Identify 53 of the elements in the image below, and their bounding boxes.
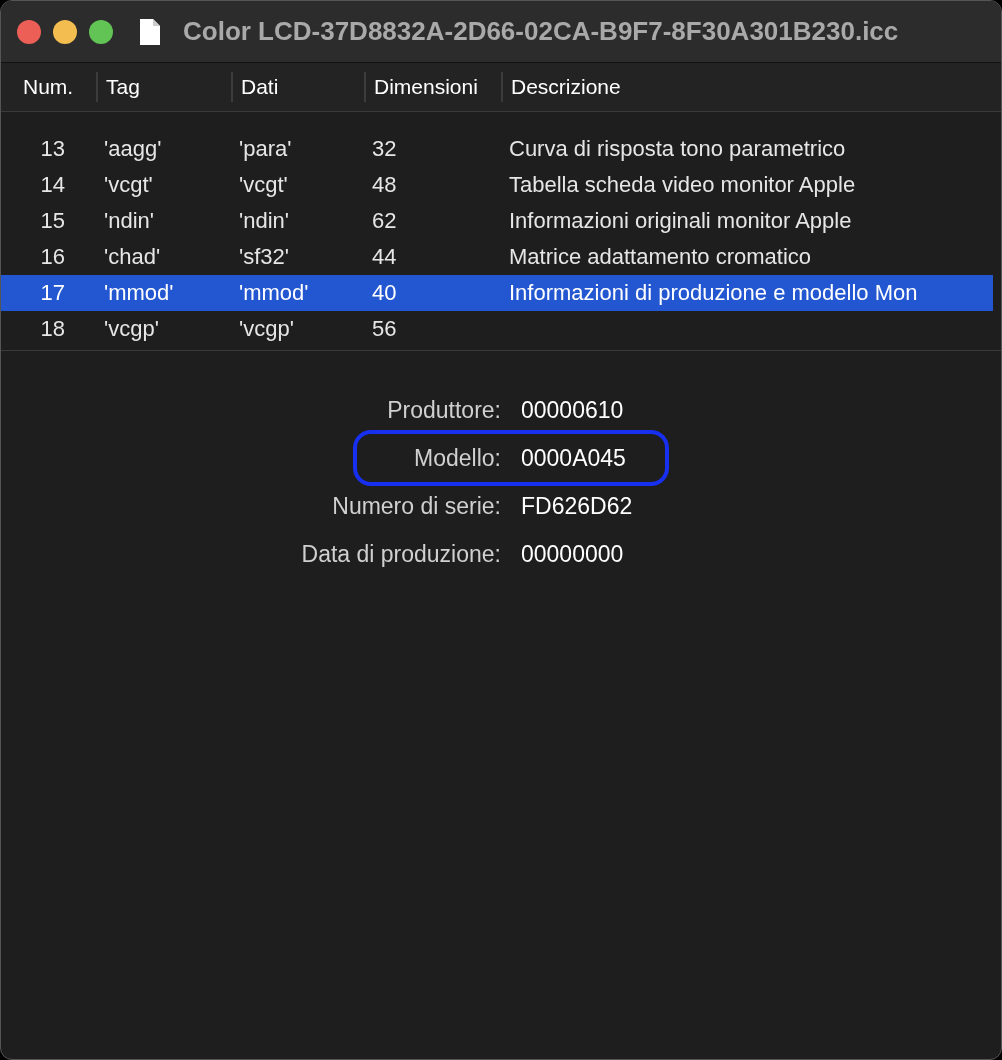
table-cell-text: 48: [371, 172, 398, 198]
table-cell-text: 15: [39, 208, 66, 234]
table-cell-text: 18: [39, 316, 66, 342]
table-cell-text: 'mmod': [103, 280, 175, 306]
zoom-button[interactable]: [89, 19, 113, 44]
table-cell-text: 40: [371, 280, 398, 306]
table-cell-text: 14: [39, 172, 66, 198]
column-header[interactable]: Num.: [1, 72, 96, 102]
field-value: 0000A045: [520, 444, 627, 473]
close-button[interactable]: [17, 19, 41, 44]
field-label: Produttore:: [386, 396, 501, 425]
column-header[interactable]: Dati: [231, 72, 364, 102]
window-title: Color LCD-37D8832A-2D66-02CA-B9F7-8F30A301B230.icc: [183, 16, 899, 47]
table-cell-text: 'ndin': [238, 208, 290, 234]
field-label: Modello:: [413, 444, 501, 473]
table-cell-text: 'mmod': [238, 280, 310, 306]
table-cell-text: 'vcgp': [103, 316, 160, 342]
table-cell-text: Matrice adattamento cromatico: [508, 244, 813, 270]
field-value: 00000610: [520, 396, 625, 425]
table-cell-text: 'vcgp': [238, 316, 295, 342]
table-cell-text: 'chad': [103, 244, 162, 270]
table-row[interactable]: 13 'aagg' 'para' 32 Curva di risposta tono parametrico: [1, 131, 993, 167]
table-cell-text: 56: [371, 316, 398, 342]
document-icon: [139, 17, 161, 46]
table-row[interactable]: 17 'mmod' 'mmod' 40 Informazioni di produzione e modello Mon: [1, 275, 993, 311]
table-cell-text: 32: [371, 136, 398, 162]
table-cell-text: 62: [371, 208, 398, 234]
table-row[interactable]: 16 'chad' 'sf32' 44 Matrice adattamento cromatico: [1, 239, 993, 275]
field-label: Numero di serie:: [331, 492, 501, 521]
column-header[interactable]: Descrizione: [501, 72, 1001, 102]
field-value: 00000000: [520, 540, 625, 569]
table-cell-text: 'sf32': [238, 244, 290, 270]
table-cell-text: 'ndin': [103, 208, 155, 234]
column-header[interactable]: Dimensioni: [364, 72, 501, 102]
table-cell-text: 'para': [238, 136, 293, 162]
table-cell-text: 'vcgt': [238, 172, 289, 198]
table-row[interactable]: 14 'vcgt' 'vcgt' 48 Tabella scheda video monitor Apple: [1, 167, 993, 203]
field-value: FD626D62: [520, 492, 634, 521]
table-cell-text: 17: [39, 280, 66, 306]
table-cell-text: 44: [371, 244, 398, 270]
field-label: Data di produzione:: [300, 540, 501, 569]
table-row[interactable]: 15 'ndin' 'ndin' 62 Informazioni originali monitor Apple: [1, 203, 993, 239]
minimize-button[interactable]: [53, 19, 77, 44]
table-cell-text: 'vcgt': [103, 172, 154, 198]
table-cell-text: Informazioni originali monitor Apple: [508, 208, 853, 234]
table-cell-text: Informazioni di produzione e modello Mon: [508, 280, 919, 306]
table-cell-text: 13: [39, 136, 66, 162]
table-cell-text: Curva di risposta tono parametrico: [508, 136, 847, 162]
table-cell-text: 16: [39, 244, 66, 270]
table-row[interactable]: 18 'vcgp' 'vcgp' 56: [1, 311, 993, 347]
column-header[interactable]: Tag: [96, 72, 231, 102]
table-cell-text: 'aagg': [103, 136, 163, 162]
table-cell-text: Tabella scheda video monitor Apple: [508, 172, 857, 198]
